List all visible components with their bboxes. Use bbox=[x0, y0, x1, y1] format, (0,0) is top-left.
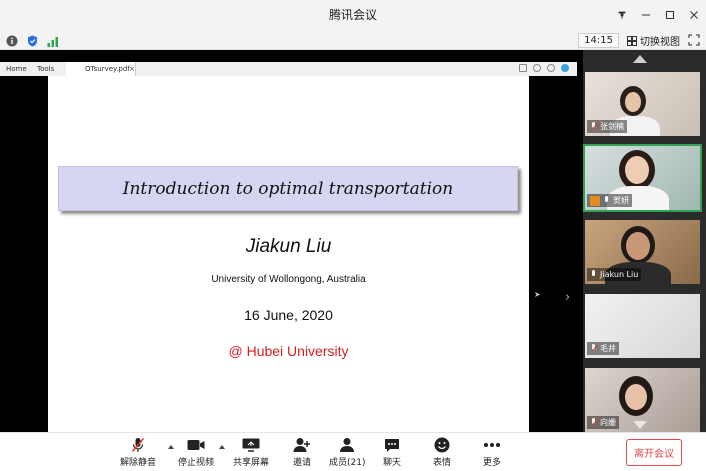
profile-icon[interactable] bbox=[561, 64, 569, 72]
participant-name: 贺妍 bbox=[613, 196, 629, 205]
pdf-file-tab[interactable]: OTsurvey.pdf × bbox=[66, 62, 136, 76]
participant-label: 张剑楠 bbox=[587, 120, 627, 133]
window-controls bbox=[610, 0, 706, 29]
switch-view-label: 切换视图 bbox=[640, 37, 680, 48]
participant-tile[interactable]: 张剑楠 bbox=[585, 72, 700, 136]
close-icon[interactable] bbox=[682, 0, 706, 29]
unmute-button[interactable]: 解除静音 bbox=[120, 436, 156, 468]
emoji-button[interactable]: 表情 bbox=[427, 436, 457, 468]
participant-tile[interactable]: 毛井 bbox=[585, 294, 700, 358]
participant-label: 毛井 bbox=[587, 342, 619, 355]
slide-author: Jiakun Liu bbox=[245, 236, 332, 257]
pdf-page: Introduction to optimal transportation J… bbox=[48, 76, 529, 432]
participant-name: 毛井 bbox=[600, 344, 616, 353]
slide-date: 16 June, 2020 bbox=[244, 307, 333, 323]
info-icon[interactable] bbox=[6, 32, 18, 51]
more-label: 更多 bbox=[482, 458, 501, 468]
mic-icon bbox=[603, 196, 610, 205]
fullscreen-icon[interactable] bbox=[688, 31, 700, 50]
next-page-chevron-icon[interactable]: › bbox=[565, 290, 570, 305]
pdf-menu-tools[interactable]: Tools bbox=[37, 65, 54, 73]
help-icon[interactable] bbox=[533, 64, 541, 72]
participant-name: 张剑楠 bbox=[600, 122, 624, 131]
chat-icon bbox=[385, 438, 399, 452]
mouse-cursor-icon: ➤ bbox=[534, 290, 541, 299]
window-title: 腾讯会议 bbox=[328, 8, 377, 22]
mic-icon bbox=[590, 270, 597, 279]
more-dots-icon bbox=[484, 443, 500, 447]
unmute-label: 解除静音 bbox=[120, 458, 157, 468]
chat-button[interactable]: 聊天 bbox=[377, 436, 407, 468]
participant-label: Jiakun Liu bbox=[587, 268, 642, 281]
share-screen-icon bbox=[242, 438, 260, 452]
shared-screen: Home Tools OTsurvey.pdf × Introduction t… bbox=[0, 50, 583, 432]
leave-meeting-button[interactable]: 离开会议 bbox=[626, 439, 682, 466]
scroll-down-arrow-icon[interactable] bbox=[633, 421, 647, 429]
mic-muted-icon bbox=[590, 344, 597, 353]
members-button[interactable]: 成员(21) bbox=[329, 436, 365, 468]
stop-video-button[interactable]: 停止视频 bbox=[178, 436, 214, 468]
meeting-clock: 14:15 bbox=[578, 33, 619, 48]
participant-tile[interactable]: 贺妍 bbox=[583, 144, 702, 212]
add-user-icon bbox=[293, 438, 310, 452]
more-button[interactable]: 更多 bbox=[477, 436, 507, 468]
audio-options-caret-icon[interactable] bbox=[168, 445, 174, 449]
invite-button[interactable]: 邀请 bbox=[287, 436, 317, 468]
mic-muted-icon bbox=[590, 418, 597, 427]
comment-icon[interactable] bbox=[519, 64, 527, 72]
status-bar: 14:15 切换视图 bbox=[0, 29, 706, 50]
pdf-tab-close-icon[interactable]: × bbox=[129, 65, 135, 73]
video-options-caret-icon[interactable] bbox=[219, 445, 225, 449]
switch-view-button[interactable]: 切换视图 bbox=[627, 33, 680, 48]
slide-title: Introduction to optimal transportation bbox=[122, 178, 454, 199]
smiley-icon bbox=[434, 437, 450, 453]
slide-venue: @ Hubei University bbox=[228, 343, 349, 359]
emoji-label: 表情 bbox=[432, 458, 451, 468]
signal-icon[interactable] bbox=[47, 32, 59, 51]
pdf-menu-home[interactable]: Home bbox=[6, 65, 27, 73]
scroll-up-arrow-icon[interactable] bbox=[633, 55, 647, 63]
participants-panel: 张剑楠 贺妍 Jiakun Liu 毛井 向姗 bbox=[583, 50, 706, 432]
mic-muted-icon bbox=[131, 437, 145, 453]
stop-video-label: 停止视频 bbox=[178, 458, 215, 468]
title-bar: 腾讯会议 bbox=[0, 0, 706, 29]
participant-name: 向姗 bbox=[600, 418, 616, 427]
share-screen-label: 共享屏幕 bbox=[233, 458, 270, 468]
pdf-file-name: OTsurvey.pdf bbox=[85, 65, 130, 73]
meeting-window: 腾讯会议 14:15 切换视图 Home Tools OTsurvey.pdf … bbox=[0, 0, 706, 471]
participant-tile[interactable]: Jiakun Liu bbox=[585, 220, 700, 284]
pin-icon[interactable] bbox=[610, 0, 634, 29]
members-icon bbox=[340, 438, 354, 452]
meeting-toolbar: 解除静音 停止视频 共享屏幕 邀请 成员(21) 聊天 表情 更多 离开会议 bbox=[0, 432, 706, 471]
share-screen-button[interactable]: 共享屏幕 bbox=[233, 436, 269, 468]
slide-affiliation: University of Wollongong, Australia bbox=[211, 274, 366, 285]
slide-title-banner: Introduction to optimal transportation bbox=[58, 166, 518, 211]
participant-label: 贺妍 bbox=[587, 194, 632, 207]
grid-view-icon bbox=[627, 35, 637, 46]
bell-icon[interactable] bbox=[547, 64, 555, 72]
video-camera-icon bbox=[187, 440, 205, 450]
participant-label: 向姗 bbox=[587, 416, 619, 429]
pdf-viewer-toolbar: Home Tools OTsurvey.pdf × bbox=[0, 62, 577, 76]
members-label: 成员(21) bbox=[329, 458, 366, 468]
chat-label: 聊天 bbox=[382, 458, 401, 468]
host-icon bbox=[590, 195, 600, 206]
minimize-icon[interactable] bbox=[634, 0, 658, 29]
mic-muted-icon bbox=[590, 122, 597, 131]
shield-icon[interactable] bbox=[27, 32, 38, 51]
invite-label: 邀请 bbox=[292, 458, 311, 468]
participant-name: Jiakun Liu bbox=[600, 270, 639, 279]
maximize-icon[interactable] bbox=[658, 0, 682, 29]
pdf-toolbar-icons bbox=[519, 64, 569, 72]
